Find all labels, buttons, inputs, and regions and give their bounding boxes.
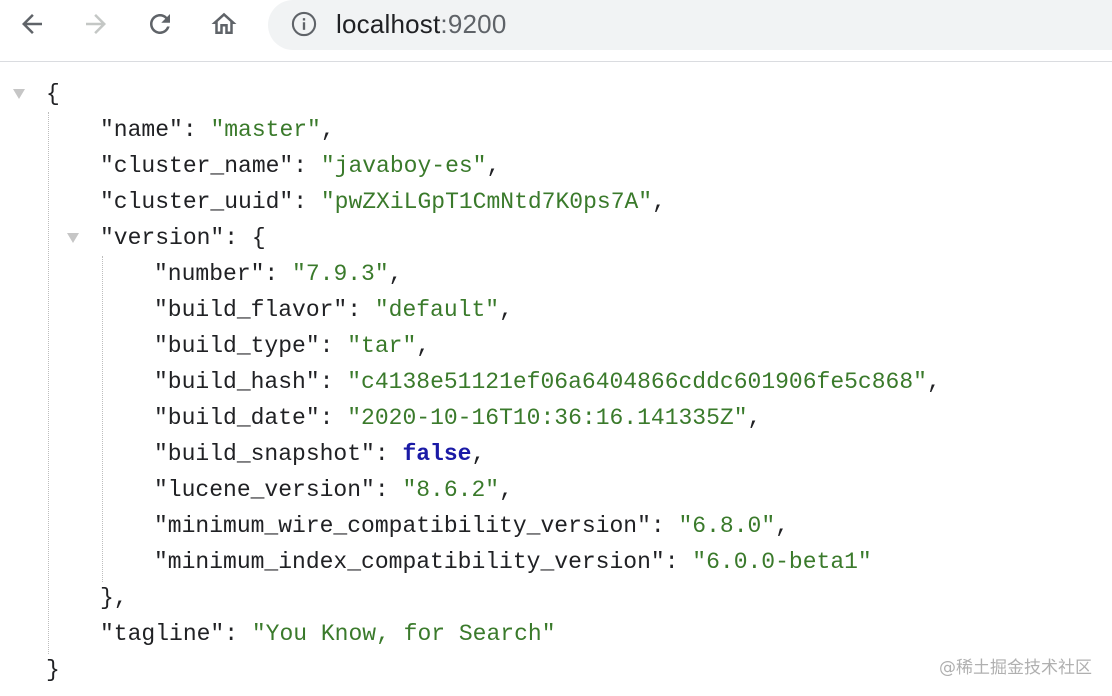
json-key: "build_snapshot" [154,441,375,467]
json-key: "build_type" [154,333,320,359]
json-key: "tagline" [100,621,225,647]
json-string-value: "c4138e51121ef06a6404866cddc601906fe5c86… [347,369,927,395]
json-line-min-index: "minimum_index_compatibility_version": "… [154,549,872,575]
json-line-version: "version": { [100,225,266,251]
json-line-build-type: "build_type": "tar", [154,333,431,359]
json-string-value: "javaboy-es" [320,153,487,179]
json-string-value: "pwZXiLGpT1CmNtd7K0ps7A" [320,189,653,215]
json-key: "minimum_index_compatibility_version" [154,549,665,575]
json-string-value: "6.0.0-beta1" [692,549,872,575]
root-indent-guide [48,112,49,654]
json-key: "build_flavor" [154,297,348,323]
root-collapse-toggle[interactable] [13,89,25,99]
json-string-value: "tar" [347,333,417,359]
json-line-root-open: { [46,76,60,112]
json-string-value: "You Know, for Search" [251,621,556,647]
json-line-build-snapshot: "build_snapshot": false, [154,441,486,467]
json-key: "lucene_version" [154,477,375,503]
json-key: "name" [100,117,183,143]
json-line-name: "name": "master", [100,117,335,143]
json-string-value: "master" [210,117,321,143]
json-line-cluster-name: "cluster_name": "javaboy-es", [100,153,501,179]
json-string-value: "6.8.0" [678,513,776,539]
json-key: "version" [100,225,225,251]
json-key: "cluster_uuid" [100,189,294,215]
json-line-version-close: }, [100,580,128,616]
json-string-value: "default" [374,297,500,323]
json-key: "minimum_wire_compatibility_version" [154,513,651,539]
version-close-brace: }, [100,585,128,611]
root-open-brace: { [46,81,60,107]
json-line-cluster-uuid: "cluster_uuid": "pwZXiLGpT1CmNtd7K0ps7A"… [100,189,666,215]
json-line-build-flavor: "build_flavor": "default", [154,297,513,323]
json-boolean-value: false [402,441,472,467]
json-line-build-date: "build_date": "2020-10-16T10:36:16.14133… [154,405,762,431]
json-line-number: "number": "7.9.3", [154,261,403,287]
json-string-value: "2020-10-16T10:36:16.141335Z" [347,405,748,431]
json-key: "number" [154,261,265,287]
json-line-min-wire: "minimum_wire_compatibility_version": "6… [154,513,789,539]
json-line-lucene-version: "lucene_version": "8.6.2", [154,477,513,503]
json-key: "build_hash" [154,369,320,395]
json-key: "build_date" [154,405,320,431]
version-open-brace: { [251,225,266,251]
json-string-value: "8.6.2" [402,477,500,503]
json-line-root-close: } [46,652,60,688]
watermark: @稀土掘金技术社区 [939,658,1092,678]
json-line-tagline: "tagline": "You Know, for Search" [100,621,556,647]
json-line-build-hash: "build_hash": "c4138e51121ef06a6404866cd… [154,369,941,395]
json-string-value: "7.9.3" [292,261,389,287]
json-key: "cluster_name" [100,153,294,179]
json-viewer: { "name": "master", "cluster_name": "jav… [0,0,1112,696]
root-close-brace: } [46,657,60,683]
version-indent-guide [102,256,103,582]
version-collapse-toggle[interactable] [67,233,79,243]
